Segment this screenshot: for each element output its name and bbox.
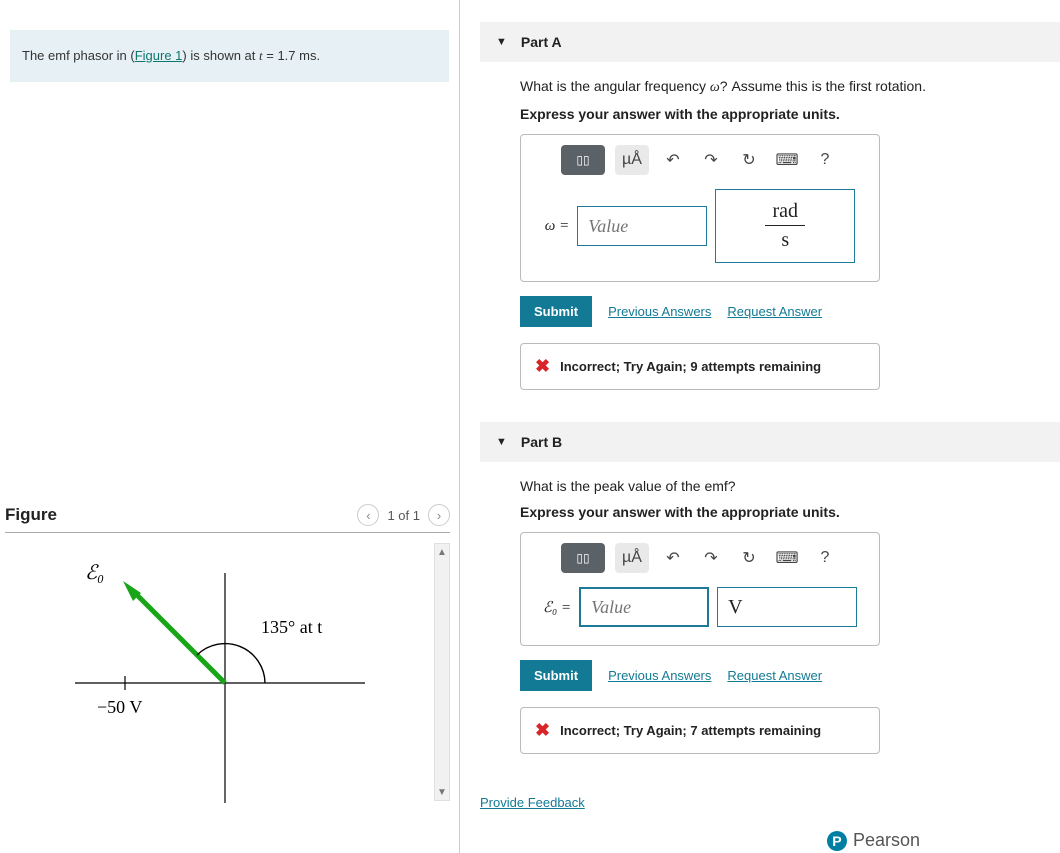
part-b-units-input[interactable]: V — [717, 587, 857, 627]
part-b-question: What is the peak value of the emf? — [520, 478, 1060, 494]
part-a-units-input[interactable]: rad s — [715, 189, 855, 263]
units-symbols-button[interactable]: µÅ — [615, 145, 649, 175]
part-a-input-row: ω = rad s — [533, 189, 867, 263]
figure-title: Figure — [5, 505, 57, 525]
reset-button[interactable]: ↻ — [735, 145, 763, 175]
label-e0: ℰ₀ — [85, 562, 104, 584]
problem-statement: The emf phasor in (Figure 1) is shown at… — [10, 30, 449, 82]
part-b-feedback: ✖ Incorrect; Try Again; 7 attempts remai… — [520, 707, 880, 754]
figure-section: Figure ‹ 1 of 1 › ℰ₀ 135° at t − — [5, 504, 450, 823]
figure-counter: 1 of 1 — [387, 508, 420, 523]
redo-button[interactable]: ↷ — [697, 543, 725, 573]
part-b-request-answer-link[interactable]: Request Answer — [727, 668, 822, 683]
keyboard-button[interactable]: ⌨ — [773, 543, 801, 573]
prompt-text-2: ) is shown at — [182, 48, 259, 63]
figure-prev-button[interactable]: ‹ — [357, 504, 379, 526]
prompt-text-3: = 1.7 ms. — [263, 48, 320, 63]
collapse-icon: ▼ — [496, 436, 507, 448]
part-a-feedback: ✖ Incorrect; Try Again; 9 attempts remai… — [520, 343, 880, 390]
units-denominator: s — [765, 225, 805, 252]
part-b-prev-answers-link[interactable]: Previous Answers — [608, 668, 711, 683]
units-symbols-button[interactable]: µÅ — [615, 543, 649, 573]
incorrect-icon: ✖ — [535, 720, 550, 741]
right-pane: ▼ Part A What is the angular frequency ω… — [460, 0, 1060, 853]
templates-button[interactable]: ▯▯ — [561, 543, 605, 573]
pearson-icon: P — [827, 831, 847, 851]
undo-button[interactable]: ↶ — [659, 543, 687, 573]
footer-links: Provide Feedback — [480, 794, 1060, 810]
part-b-toolbar: ▯▯ µÅ ↶ ↷ ↻ ⌨ ? — [533, 543, 867, 573]
undo-button[interactable]: ↶ — [659, 145, 687, 175]
figure-body: ℰ₀ 135° at t −50 V ▲ ▼ — [5, 543, 450, 823]
omega-symbol: ω — [710, 80, 720, 95]
part-a-actions: Submit Previous Answers Request Answer — [520, 296, 1060, 327]
provide-feedback-link[interactable]: Provide Feedback — [480, 795, 585, 810]
qA-pre: What is the angular frequency — [520, 78, 710, 94]
part-a-header[interactable]: ▼ Part A — [480, 22, 1060, 62]
part-b-body: What is the peak value of the emf? Expre… — [480, 462, 1060, 764]
part-b-actions: Submit Previous Answers Request Answer — [520, 660, 1060, 691]
collapse-icon: ▼ — [496, 36, 507, 48]
part-a-toolbar: ▯▯ µÅ ↶ ↷ ↻ ⌨ ? — [533, 145, 867, 175]
keyboard-button[interactable]: ⌨ — [773, 145, 801, 175]
part-b-instruction: Express your answer with the appropriate… — [520, 504, 1060, 520]
e0-label: ℰ₀ = — [543, 598, 571, 617]
pearson-text: Pearson — [853, 830, 920, 851]
qA-suf: ? Assume this is the first rotation. — [720, 78, 926, 94]
part-b-value-input[interactable] — [579, 587, 709, 627]
part-a-request-answer-link[interactable]: Request Answer — [727, 304, 822, 319]
figure-nav: ‹ 1 of 1 › — [357, 504, 450, 526]
scroll-down-icon: ▼ — [435, 784, 449, 800]
part-a-body: What is the angular frequency ω? Assume … — [480, 62, 1060, 400]
pearson-brand: P Pearson — [827, 830, 920, 851]
part-a-submit-button[interactable]: Submit — [520, 296, 592, 327]
prompt-text-1: The emf phasor in ( — [22, 48, 135, 63]
figure-scrollbar[interactable]: ▲ ▼ — [434, 543, 450, 801]
part-b-submit-button[interactable]: Submit — [520, 660, 592, 691]
left-pane: The emf phasor in (Figure 1) is shown at… — [0, 0, 460, 853]
part-b-feedback-text: Incorrect; Try Again; 7 attempts remaini… — [560, 723, 821, 738]
figure-next-button[interactable]: › — [428, 504, 450, 526]
part-a-title: Part A — [521, 34, 562, 50]
incorrect-icon: ✖ — [535, 356, 550, 377]
part-a-question: What is the angular frequency ω? Assume … — [520, 78, 1060, 96]
part-b-title: Part B — [521, 434, 562, 450]
units-numerator: rad — [772, 200, 798, 225]
phasor-diagram: ℰ₀ 135° at t −50 V — [5, 543, 425, 813]
reset-button[interactable]: ↻ — [735, 543, 763, 573]
figure-header: Figure ‹ 1 of 1 › — [5, 504, 450, 533]
units-text: V — [728, 596, 742, 619]
templates-button[interactable]: ▯▯ — [561, 145, 605, 175]
label-angle: 135° at t — [261, 617, 322, 637]
part-a-feedback-text: Incorrect; Try Again; 9 attempts remaini… — [560, 359, 821, 374]
part-b-input-row: ℰ₀ = V — [533, 587, 867, 627]
label-xval: −50 V — [97, 697, 142, 717]
scroll-up-icon: ▲ — [435, 544, 449, 560]
part-a-value-input[interactable] — [577, 206, 707, 246]
part-b-header[interactable]: ▼ Part B — [480, 422, 1060, 462]
help-button[interactable]: ? — [811, 145, 839, 175]
part-a-instruction: Express your answer with the appropriate… — [520, 106, 1060, 122]
help-button[interactable]: ? — [811, 543, 839, 573]
figure-link[interactable]: Figure 1 — [135, 48, 183, 63]
omega-label: ω = — [545, 218, 569, 235]
part-a-prev-answers-link[interactable]: Previous Answers — [608, 304, 711, 319]
part-b-answer-panel: ▯▯ µÅ ↶ ↷ ↻ ⌨ ? ℰ₀ = V — [520, 532, 880, 646]
redo-button[interactable]: ↷ — [697, 145, 725, 175]
part-a-answer-panel: ▯▯ µÅ ↶ ↷ ↻ ⌨ ? ω = rad s — [520, 134, 880, 282]
